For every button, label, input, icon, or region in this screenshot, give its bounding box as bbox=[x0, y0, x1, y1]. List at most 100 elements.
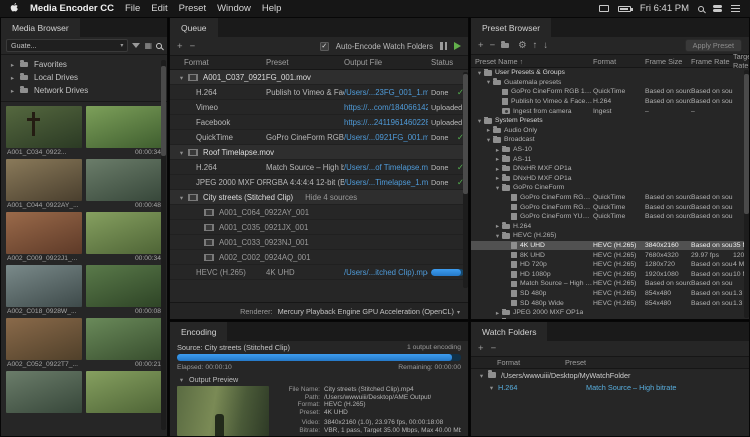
queue-output-row[interactable]: H.264Publish to Vimeo & Face.../Users/..… bbox=[170, 85, 468, 100]
queue-source-row[interactable]: Roof Timelapse.mov bbox=[170, 145, 468, 160]
import-preset-button[interactable]: ↑ bbox=[533, 41, 538, 50]
output-preview-header[interactable]: Output Preview bbox=[170, 373, 468, 385]
chevron-right-icon[interactable] bbox=[8, 73, 17, 82]
tab-queue[interactable]: Queue bbox=[170, 18, 218, 37]
output-file-link[interactable]: /Users/...of Timelapse.mp4 bbox=[344, 163, 428, 172]
apple-menu[interactable] bbox=[10, 2, 19, 16]
preset-scrollbar[interactable] bbox=[744, 70, 749, 318]
preset-folder-row[interactable]: DNxHD MXF OP1a bbox=[471, 174, 749, 184]
watch-folder-output-row[interactable]: H.264 Match Source – High bitrate bbox=[471, 381, 749, 393]
tree-item-network-drives[interactable]: Network Drives bbox=[1, 84, 167, 97]
preset-folder-row[interactable]: DNxHR MXF OP1a bbox=[471, 164, 749, 174]
chevron-down-icon[interactable] bbox=[475, 117, 484, 125]
output-file-link[interactable]: https://...24119614602283 bbox=[344, 118, 428, 127]
chevron-down-icon[interactable] bbox=[177, 375, 186, 384]
preset-folder-row[interactable]: Guatemala presets bbox=[471, 78, 749, 88]
chevron-down-icon[interactable] bbox=[477, 371, 486, 380]
tab-preset-browser[interactable]: Preset Browser bbox=[471, 18, 551, 37]
auto-encode-checkbox[interactable] bbox=[320, 42, 329, 51]
preset-row[interactable]: GoPro CineForm RGB 12-bitQuickTimeBased … bbox=[471, 202, 749, 212]
queue-stitch-clip-row[interactable]: A002_C002_0924AQ_001 bbox=[170, 250, 468, 265]
queue-scrollbar[interactable] bbox=[463, 72, 468, 288]
output-preset[interactable]: 4K UHD bbox=[266, 268, 344, 277]
menu-item-file[interactable]: File bbox=[125, 3, 140, 14]
clip-thumbnail[interactable] bbox=[6, 106, 82, 148]
chevron-down-icon[interactable] bbox=[177, 148, 186, 157]
output-format[interactable]: Facebook bbox=[170, 118, 266, 127]
queue-output-row[interactable]: Facebookhttps://...24119614602283Uploade… bbox=[170, 115, 468, 130]
preset-settings-button[interactable]: ⚙ bbox=[518, 41, 527, 50]
chevron-right-icon[interactable] bbox=[493, 174, 502, 182]
output-format[interactable]: Vimeo bbox=[170, 103, 266, 112]
renderer-dropdown[interactable]: Mercury Playback Engine GPU Acceleration… bbox=[278, 307, 460, 316]
preset-folder-row[interactable]: JPEG 2000 MXF OP1a bbox=[471, 308, 749, 318]
media-scrollbar[interactable] bbox=[161, 60, 166, 430]
column-preset-name[interactable]: Preset Name bbox=[471, 57, 593, 66]
chevron-right-icon[interactable] bbox=[8, 60, 17, 69]
add-source-button[interactable]: + bbox=[177, 42, 183, 51]
output-file-link[interactable]: /Users/...Timelapse_1.mxf bbox=[344, 178, 428, 187]
preset-group-row[interactable]: User Presets & Groups bbox=[471, 68, 749, 78]
output-format[interactable]: HEVC (H.265) bbox=[170, 268, 266, 277]
preset-row[interactable]: Match Source – High BitrateHEVC (H.265)B… bbox=[471, 279, 749, 289]
filter-icon[interactable] bbox=[132, 43, 140, 48]
chevron-down-icon[interactable] bbox=[484, 136, 493, 144]
chevron-right-icon[interactable] bbox=[493, 309, 502, 317]
clip-thumbnail[interactable] bbox=[86, 159, 162, 201]
chevron-right-icon[interactable] bbox=[493, 222, 502, 230]
queue-output-row[interactable]: Vimeohttps://...com/184066142Uploaded bbox=[170, 100, 468, 115]
chevron-right-icon[interactable] bbox=[493, 155, 502, 163]
column-format[interactable]: Format bbox=[170, 58, 266, 67]
preset-folder-row[interactable]: HEVC (H.265) bbox=[471, 231, 749, 241]
output-file-link[interactable]: /Users/...23FG_001_1.mp4 bbox=[344, 88, 428, 97]
queue-stitch-clip-row[interactable]: A001_C064_0922AY_001 bbox=[170, 205, 468, 220]
preset-folder-row[interactable]: MPEG-2 bbox=[471, 317, 749, 319]
preset-row[interactable]: GoPro CineForm RGB 12-bit with alpha (Al… bbox=[471, 87, 749, 97]
output-file-link[interactable]: https://...com/184066142 bbox=[344, 103, 428, 112]
preset-folder-row[interactable]: AS-10 bbox=[471, 145, 749, 155]
preset-row[interactable]: GoPro CineForm YUV 10-bitQuickTimeBased … bbox=[471, 212, 749, 222]
hide-sources-link[interactable]: Hide 4 sources bbox=[305, 193, 357, 202]
column-format[interactable]: Format bbox=[593, 57, 645, 66]
clip-thumbnail[interactable] bbox=[86, 371, 162, 413]
app-name[interactable]: Media Encoder CC bbox=[30, 3, 114, 14]
pause-queue-button[interactable] bbox=[440, 42, 447, 50]
preset-folder-row[interactable]: H.264 bbox=[471, 222, 749, 232]
chevron-down-icon[interactable] bbox=[177, 73, 186, 82]
tree-item-favorites[interactable]: Favorites bbox=[1, 58, 167, 71]
chevron-down-icon[interactable] bbox=[493, 232, 502, 240]
clip-thumbnail[interactable] bbox=[86, 265, 162, 307]
export-preset-button[interactable]: ↓ bbox=[543, 41, 548, 50]
remove-preset-button[interactable]: − bbox=[490, 41, 496, 50]
remove-watch-folder-button[interactable]: − bbox=[491, 344, 497, 353]
battery-icon[interactable] bbox=[618, 6, 631, 12]
output-file-link[interactable]: /Users/...0921FG_001.mov bbox=[344, 133, 428, 142]
column-format[interactable]: Format bbox=[471, 358, 565, 367]
control-center-icon[interactable] bbox=[713, 5, 722, 13]
preset-group-row[interactable]: System Presets bbox=[471, 116, 749, 126]
queue-encoding-row[interactable]: HEVC (H.265)4K UHD/Users/...itched Clip)… bbox=[170, 265, 468, 280]
add-preset-button[interactable]: + bbox=[478, 41, 484, 50]
spotlight-icon[interactable] bbox=[698, 6, 704, 12]
watch-folder-row[interactable]: /Users/wwwuiii/Desktop/MyWatchFolder bbox=[471, 369, 749, 381]
menu-item-preset[interactable]: Preset bbox=[179, 3, 206, 14]
column-frame-rate[interactable]: Frame Rate bbox=[691, 57, 733, 66]
preset-folder-row[interactable]: Broadcast bbox=[471, 135, 749, 145]
output-preset[interactable]: RGBA 4:4:4:4 12-bit (BC... bbox=[266, 178, 344, 187]
preset-row[interactable]: HD 1080pHEVC (H.265)1920x1080Based on so… bbox=[471, 269, 749, 279]
preset-row[interactable]: SD 480pHEVC (H.265)854x480Based on sourc… bbox=[471, 289, 749, 299]
menu-item-window[interactable]: Window bbox=[217, 3, 251, 14]
chevron-down-icon[interactable] bbox=[493, 184, 502, 192]
output-preset[interactable]: Publish to Vimeo & Face... bbox=[266, 88, 344, 97]
clip-thumbnail[interactable] bbox=[6, 318, 82, 360]
chevron-down-icon[interactable] bbox=[484, 78, 493, 86]
preset-folder-row[interactable]: Audio Only bbox=[471, 126, 749, 136]
preset-folder-row[interactable]: AS-11 bbox=[471, 154, 749, 164]
preset-row-selected[interactable]: 4K UHDHEVC (H.265)3840x2160Based on sour… bbox=[471, 241, 749, 251]
menu-item-help[interactable]: Help bbox=[262, 3, 282, 14]
chevron-down-icon[interactable] bbox=[475, 69, 484, 77]
search-icon[interactable] bbox=[156, 43, 162, 49]
column-status[interactable]: Status bbox=[428, 58, 468, 67]
clip-thumbnail[interactable] bbox=[6, 371, 82, 413]
watch-output-preset[interactable]: Match Source – High bitrate bbox=[586, 383, 749, 392]
